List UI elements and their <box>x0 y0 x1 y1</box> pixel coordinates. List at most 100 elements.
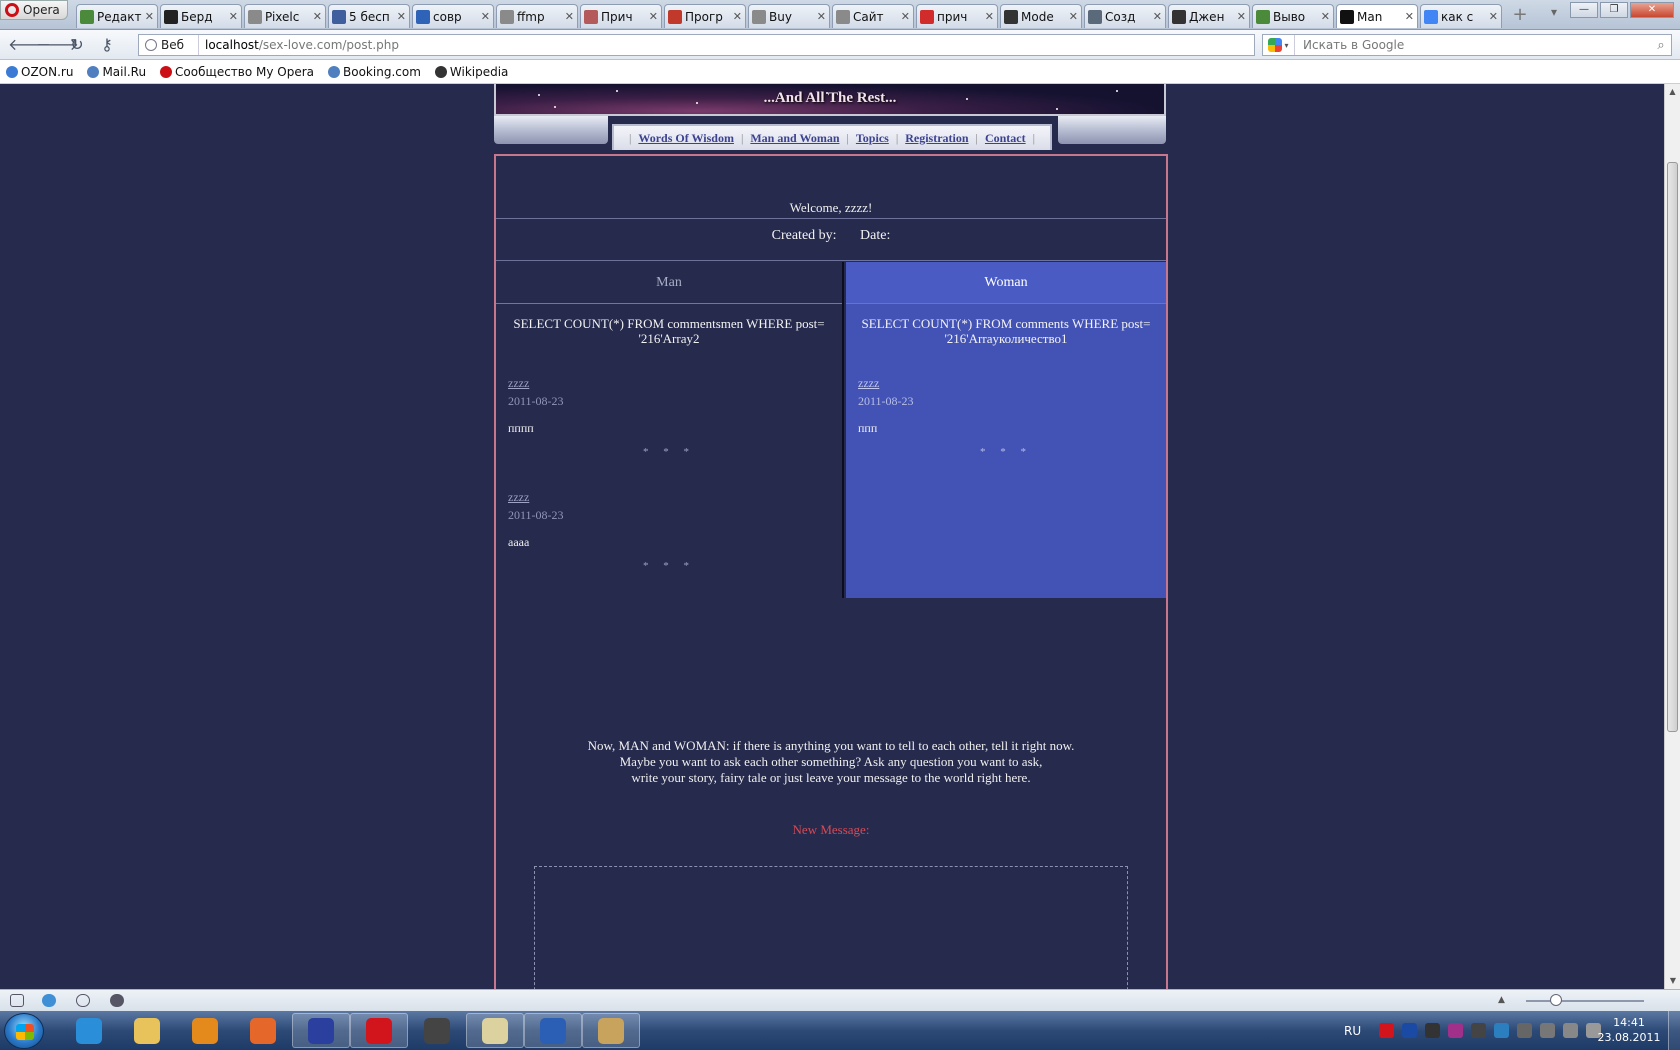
url-text[interactable]: localhost/sex-love.com/post.php <box>199 38 399 52</box>
tray-icon[interactable] <box>1563 1023 1579 1038</box>
browser-tab[interactable]: Берд ✕ <box>160 4 242 28</box>
show-desktop-button[interactable] <box>1668 1011 1680 1050</box>
search-input[interactable]: Искать в Google <box>1295 38 1651 52</box>
wand-key-button[interactable]: ⚷ <box>96 35 118 55</box>
close-icon[interactable]: ✕ <box>1237 10 1246 23</box>
share-icon[interactable] <box>76 994 90 1007</box>
zoom-slider[interactable] <box>1526 1000 1644 1002</box>
clock[interactable]: 14:41 23.08.2011 <box>1594 1015 1664 1045</box>
new-tab-icon[interactable]: + <box>1510 6 1530 26</box>
browser-tab[interactable]: Редакт ✕ <box>76 4 158 28</box>
site-info-badge[interactable]: Веб <box>139 35 199 55</box>
tray-icon[interactable] <box>1448 1023 1464 1038</box>
close-icon[interactable]: ✕ <box>313 10 322 23</box>
close-icon[interactable]: ✕ <box>649 10 658 23</box>
browser-tab[interactable]: Джен ✕ <box>1168 4 1250 28</box>
tray-icon[interactable] <box>1425 1023 1441 1038</box>
browser-tab[interactable]: Прич ✕ <box>580 4 662 28</box>
taskbar-app-button[interactable] <box>524 1013 582 1048</box>
turbo-icon[interactable] <box>110 994 124 1007</box>
comment-author-link[interactable]: zzzz <box>508 490 529 505</box>
zoom-slider-handle[interactable] <box>1550 994 1562 1006</box>
browser-tab[interactable]: 5 бесп ✕ <box>328 4 410 28</box>
taskbar-app-button[interactable] <box>350 1013 408 1048</box>
panel-toggle-icon[interactable] <box>10 994 24 1007</box>
nav-link[interactable]: Contact <box>985 131 1026 146</box>
tray-icon[interactable] <box>1540 1023 1556 1038</box>
search-engine-selector[interactable]: ▾ <box>1263 35 1295 55</box>
close-icon[interactable]: ✕ <box>1069 10 1078 23</box>
browser-tab[interactable]: Созд ✕ <box>1084 4 1166 28</box>
close-icon[interactable]: ✕ <box>481 10 490 23</box>
close-icon[interactable]: ✕ <box>901 10 910 23</box>
tray-icon[interactable] <box>1402 1023 1418 1038</box>
close-icon[interactable]: ✕ <box>229 10 238 23</box>
vertical-scrollbar[interactable]: ▲ ▼ <box>1664 84 1680 989</box>
minimize-button[interactable]: — <box>1570 2 1598 18</box>
comment-author-link[interactable]: zzzz <box>858 376 879 391</box>
browser-tab[interactable]: прич ✕ <box>916 4 998 28</box>
nav-link[interactable]: Topics <box>856 131 889 146</box>
search-box[interactable]: ▾ Искать в Google ⌕ <box>1262 34 1672 56</box>
close-icon[interactable]: ✕ <box>397 10 406 23</box>
close-icon[interactable]: ✕ <box>145 10 154 23</box>
bookmark-item[interactable]: OZON.ru <box>6 65 73 79</box>
nav-link[interactable]: Registration <box>905 131 968 146</box>
tray-icon[interactable] <box>1471 1023 1487 1038</box>
back-button[interactable]: 🡐 <box>8 35 51 55</box>
opera-menu-button[interactable]: Opera <box>0 0 68 20</box>
close-icon[interactable]: ✕ <box>1153 10 1162 23</box>
browser-tab[interactable]: совр ✕ <box>412 4 494 28</box>
close-icon[interactable]: ✕ <box>1321 10 1330 23</box>
taskbar-app-button[interactable] <box>60 1013 118 1048</box>
comment-author-link[interactable]: zzzz <box>508 376 529 391</box>
bookmark-item[interactable]: Booking.com <box>328 65 421 79</box>
window-close-button[interactable]: ✕ <box>1630 2 1674 18</box>
scroll-down-icon[interactable]: ▼ <box>1665 973 1680 989</box>
intro-text: Now, MAN and WOMAN: if there is anything… <box>496 738 1166 786</box>
taskbar-app-button[interactable] <box>234 1013 292 1048</box>
close-icon[interactable]: ✕ <box>817 10 826 23</box>
bookmark-item[interactable]: Mail.Ru <box>87 65 146 79</box>
restore-button[interactable]: ❐ <box>1600 2 1628 18</box>
taskbar-app-button[interactable] <box>118 1013 176 1048</box>
tab-list-icon[interactable]: ▾ <box>1544 5 1564 25</box>
reload-button[interactable]: ↻ <box>66 35 88 55</box>
tray-icon[interactable] <box>1517 1023 1533 1038</box>
browser-tab[interactable]: Pixelc ✕ <box>244 4 326 28</box>
zoom-menu-icon[interactable]: ▲ <box>1498 995 1505 1005</box>
new-message-textarea[interactable] <box>534 866 1128 989</box>
taskbar-app-button[interactable] <box>408 1013 466 1048</box>
close-icon[interactable]: ✕ <box>985 10 994 23</box>
opera-unite-icon[interactable] <box>42 994 56 1007</box>
address-bar[interactable]: Веб localhost/sex-love.com/post.php <box>138 34 1255 56</box>
forward-button[interactable]: 🡒 <box>36 35 79 55</box>
browser-tab[interactable]: как с ✕ <box>1420 4 1502 28</box>
close-icon[interactable]: ✕ <box>1489 10 1498 23</box>
tray-icon[interactable] <box>1379 1023 1395 1038</box>
close-icon[interactable]: ✕ <box>733 10 742 23</box>
taskbar-app-button[interactable] <box>176 1013 234 1048</box>
close-icon[interactable]: ✕ <box>1405 10 1414 23</box>
browser-tab[interactable]: Сайт ✕ <box>832 4 914 28</box>
browser-tab[interactable]: Выво ✕ <box>1252 4 1334 28</box>
taskbar-app-button[interactable] <box>292 1013 350 1048</box>
browser-tab[interactable]: Buy ✕ <box>748 4 830 28</box>
browser-tab[interactable]: ffmp ✕ <box>496 4 578 28</box>
scroll-up-icon[interactable]: ▲ <box>1665 84 1680 100</box>
nav-link[interactable]: Man and Woman <box>750 131 839 146</box>
close-icon[interactable]: ✕ <box>565 10 574 23</box>
search-icon[interactable]: ⌕ <box>1651 38 1671 53</box>
browser-tab[interactable]: Mode ✕ <box>1000 4 1082 28</box>
tray-icon[interactable] <box>1494 1023 1510 1038</box>
bookmark-item[interactable]: Wikipedia <box>434 65 508 79</box>
language-indicator[interactable]: RU <box>1344 1024 1361 1038</box>
browser-tab[interactable]: Прогр ✕ <box>664 4 746 28</box>
taskbar-app-button[interactable] <box>466 1013 524 1048</box>
nav-link[interactable]: Words Of Wisdom <box>638 131 734 146</box>
taskbar-app-button[interactable] <box>582 1013 640 1048</box>
scroll-thumb[interactable] <box>1667 162 1678 732</box>
browser-tab[interactable]: Man ✕ <box>1336 4 1418 28</box>
bookmark-item[interactable]: Сообщество My Opera <box>160 65 314 79</box>
start-button[interactable] <box>4 1013 44 1049</box>
